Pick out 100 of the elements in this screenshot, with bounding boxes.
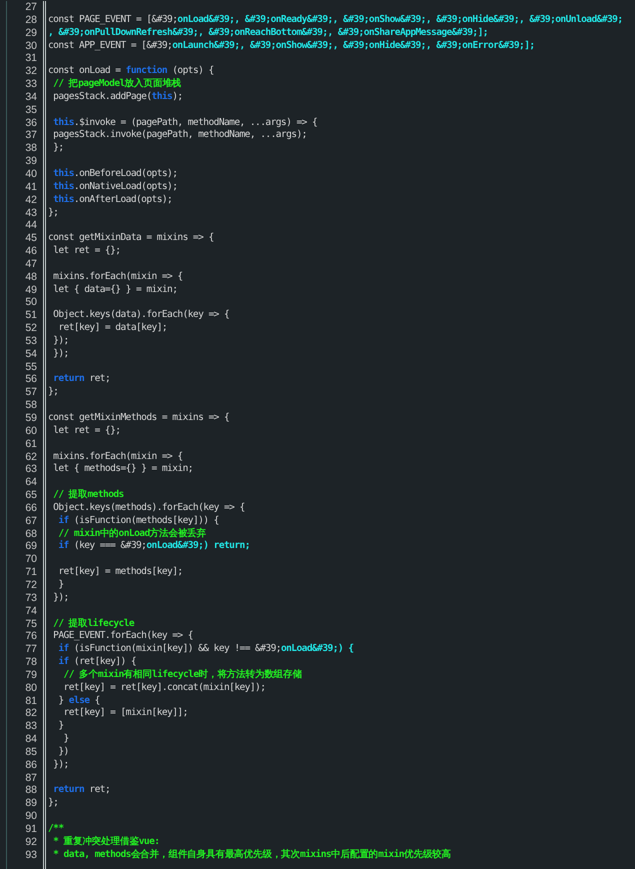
line-number: 52 bbox=[25, 322, 37, 335]
line-number: 46 bbox=[25, 245, 37, 258]
code-line: const onLoad = function (opts) { bbox=[48, 65, 214, 76]
code-line: return ret; bbox=[52, 373, 110, 384]
line-number: 66 bbox=[25, 502, 37, 515]
line-number: 93 bbox=[25, 848, 37, 862]
line-number: 47 bbox=[25, 258, 37, 271]
line-number: 34 bbox=[25, 90, 37, 104]
line-number: 35 bbox=[25, 104, 37, 117]
code-line: const getMixinData = mixins => { bbox=[48, 232, 214, 244]
line-number: 85 bbox=[25, 746, 37, 759]
line-number: 44 bbox=[25, 219, 37, 232]
line-number: 37 bbox=[25, 129, 37, 142]
code-line: mixins.forEach(mixin => { bbox=[52, 270, 183, 282]
code-line: // 提取lifecycle bbox=[52, 618, 134, 628]
code-line: }; bbox=[48, 386, 58, 398]
line-number: 91 bbox=[25, 823, 37, 836]
code-line: // 多个mixin有相同lifecycle时，将方法转为数组存储 bbox=[62, 668, 302, 680]
line-number: 29 bbox=[25, 26, 37, 40]
line-number: 63 bbox=[25, 463, 37, 476]
code-line: }; bbox=[52, 142, 64, 154]
line-number: 60 bbox=[25, 424, 37, 438]
code-line: ret[key] = ret[key].concat(mixin[key]); bbox=[62, 682, 266, 693]
code-line: }; bbox=[48, 797, 58, 808]
line-number: 89 bbox=[25, 797, 37, 810]
code-line: Object.keys(data).forEach(key => { bbox=[52, 309, 230, 320]
line-number: 43 bbox=[25, 206, 37, 220]
line-number: 39 bbox=[25, 155, 37, 168]
code-line: mixins.forEach(mixin => { bbox=[52, 450, 183, 462]
line-number: 70 bbox=[25, 553, 37, 566]
line-number: 67 bbox=[25, 514, 37, 528]
code-line: const getMixinMethods = mixins => { bbox=[48, 412, 230, 423]
code-line: this.onNativeLoad(opts); bbox=[52, 180, 178, 192]
code-line: }) bbox=[57, 746, 69, 757]
line-number: 49 bbox=[25, 284, 37, 296]
code-line: this.onBeforeLoad(opts); bbox=[52, 168, 178, 179]
line-number: 38 bbox=[25, 142, 37, 156]
line-number: 86 bbox=[25, 758, 37, 772]
line-number: 75 bbox=[25, 618, 37, 630]
line-number: 84 bbox=[25, 733, 37, 746]
line-number: 61 bbox=[25, 438, 37, 451]
code-line: // 提取methods bbox=[52, 489, 124, 500]
code-line: this.onAfterLoad(opts); bbox=[52, 194, 172, 205]
code-line: , &#39;onPullDownRefresh&#39;, &#39;onReachBottom&#39;, &#39;onShareAppMessage&#39;]; bbox=[48, 26, 488, 38]
code-line: pagesStack.addPage(this); bbox=[52, 90, 183, 102]
code-line: if (isFunction(methods[key])) { bbox=[57, 514, 219, 526]
line-number: 65 bbox=[25, 489, 37, 502]
line-number: 68 bbox=[25, 528, 37, 540]
line-number: 36 bbox=[25, 116, 37, 130]
line-number: 82 bbox=[25, 707, 37, 720]
code-line: ret[key] = data[key]; bbox=[57, 322, 168, 334]
line-number: 74 bbox=[25, 604, 37, 618]
code-line: } else { bbox=[57, 694, 100, 706]
code-line: }; bbox=[48, 206, 58, 218]
line-number: 92 bbox=[25, 836, 37, 849]
line-number: 76 bbox=[25, 630, 37, 644]
line-number: 88 bbox=[25, 784, 37, 798]
line-number: 48 bbox=[25, 270, 37, 284]
code-line: * 重复冲突处理借鉴vue: bbox=[52, 836, 160, 847]
line-number: 59 bbox=[25, 412, 37, 425]
line-number: 28 bbox=[25, 14, 37, 27]
code-line: if (ret[key]) { bbox=[57, 656, 136, 668]
line-number: 55 bbox=[25, 360, 37, 374]
line-number: 64 bbox=[25, 476, 37, 490]
line-number: 45 bbox=[25, 232, 37, 246]
code-line: const PAGE_EVENT = [&#39;onLoad&#39;, &#39;onReady&#39;, &#39;onShow&#39;, &#39;onHide&#39;, &#39;onUnload&#39; bbox=[48, 14, 623, 25]
code-line: } bbox=[62, 733, 69, 744]
code-line: } bbox=[57, 578, 64, 590]
line-number: 81 bbox=[25, 694, 37, 708]
line-number: 53 bbox=[25, 334, 37, 348]
code-line: /** bbox=[48, 823, 64, 834]
code-line: // 把pageModel放入页面堆栈 bbox=[52, 78, 182, 90]
line-number: 69 bbox=[25, 540, 37, 554]
line-number: 77 bbox=[25, 643, 37, 656]
code-line: ret[key] = methods[key]; bbox=[57, 566, 183, 578]
line-number: 27 bbox=[25, 1, 37, 14]
code-line: let { data={} } = mixin; bbox=[52, 284, 178, 295]
line-number: 40 bbox=[25, 168, 37, 181]
line-number: 41 bbox=[25, 180, 37, 194]
line-number: 42 bbox=[25, 194, 37, 206]
code-line: * data, methods会合并，组件自身具有最高优先级，其次mixins中后配置的mixin优先级较高 bbox=[52, 848, 451, 860]
code-line: if (key === &#39;onLoad&#39;) return; bbox=[57, 540, 250, 552]
line-number: 30 bbox=[25, 40, 37, 52]
code-line: PAGE_EVENT.forEach(key => { bbox=[52, 630, 193, 642]
line-number: 57 bbox=[25, 386, 37, 400]
code-line: } bbox=[57, 720, 64, 732]
code-line: return ret; bbox=[52, 784, 110, 796]
line-number: 80 bbox=[25, 682, 37, 695]
code-line: let { methods={} } = mixin; bbox=[52, 463, 193, 474]
code-line: let ret = {}; bbox=[52, 245, 120, 256]
code-line: const APP_EVENT = [&#39;onLaunch&#39;, &#39;onShow&#39;, &#39;onHide&#39;, &#39;onError&#39;]; bbox=[48, 40, 535, 51]
code-line: this.$invoke = (pagePath, methodName, ...args) => { bbox=[52, 116, 318, 128]
code-line: pagesStack.invoke(pagePath, methodName, ...args); bbox=[52, 129, 307, 140]
line-number: 32 bbox=[25, 65, 37, 78]
line-number: 50 bbox=[25, 296, 37, 310]
code-line: }); bbox=[52, 758, 69, 770]
line-number: 83 bbox=[25, 720, 37, 734]
line-number: 87 bbox=[25, 772, 37, 784]
code-line: if (isFunction(mixin[key]) && key !== &#39;onLoad&#39;) { bbox=[57, 643, 354, 654]
code-line: }); bbox=[52, 592, 69, 603]
